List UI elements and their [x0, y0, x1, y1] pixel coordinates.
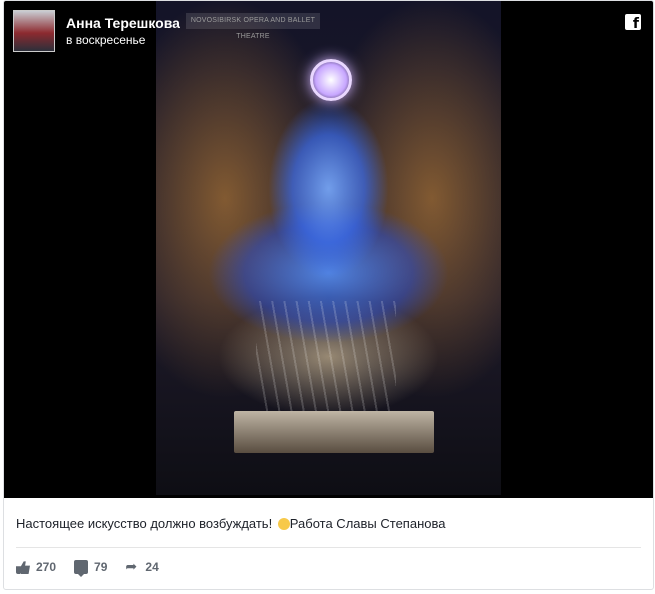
theatre-building [234, 411, 434, 453]
post-card: NOVOSIBIRSK OPERA AND BALLET THEATRE Анн… [3, 0, 654, 590]
winking-smiley-icon [277, 518, 290, 530]
divider [16, 547, 641, 548]
theatre-sign: NOVOSIBIRSK OPERA AND BALLET THEATRE [186, 13, 320, 40]
comments-stat[interactable]: 79 [74, 560, 108, 577]
shares-stat[interactable]: ➦ 24 [125, 560, 158, 574]
comments-count: 79 [94, 560, 108, 574]
likes-count: 270 [36, 560, 57, 574]
thumbs-up-icon [16, 561, 30, 574]
author-name[interactable]: Анна Терешкова [66, 15, 180, 31]
share-arrow-icon: ➦ [125, 559, 138, 575]
caption-tail: Работа Славы Степанова [289, 516, 446, 531]
glowing-ring [310, 59, 352, 101]
shares-count: 24 [145, 560, 159, 574]
post-stats: 270 79 ➦ 24 [16, 560, 159, 577]
avatar[interactable] [13, 10, 55, 52]
likes-stat[interactable]: 270 [16, 560, 56, 574]
post-caption: Настоящее искусство должно возбуждать! Р… [16, 516, 445, 531]
comment-icon [74, 560, 89, 577]
post-photo[interactable]: NOVOSIBIRSK OPERA AND BALLET THEATRE [156, 1, 501, 495]
post-timestamp[interactable]: в воскресенье [66, 33, 145, 47]
post-media[interactable]: NOVOSIBIRSK OPERA AND BALLET THEATRE Анн… [4, 1, 653, 498]
caption-text: Настоящее искусство должно возбуждать! [16, 516, 276, 531]
light-beams [256, 301, 396, 411]
facebook-icon[interactable]: f [625, 14, 641, 31]
